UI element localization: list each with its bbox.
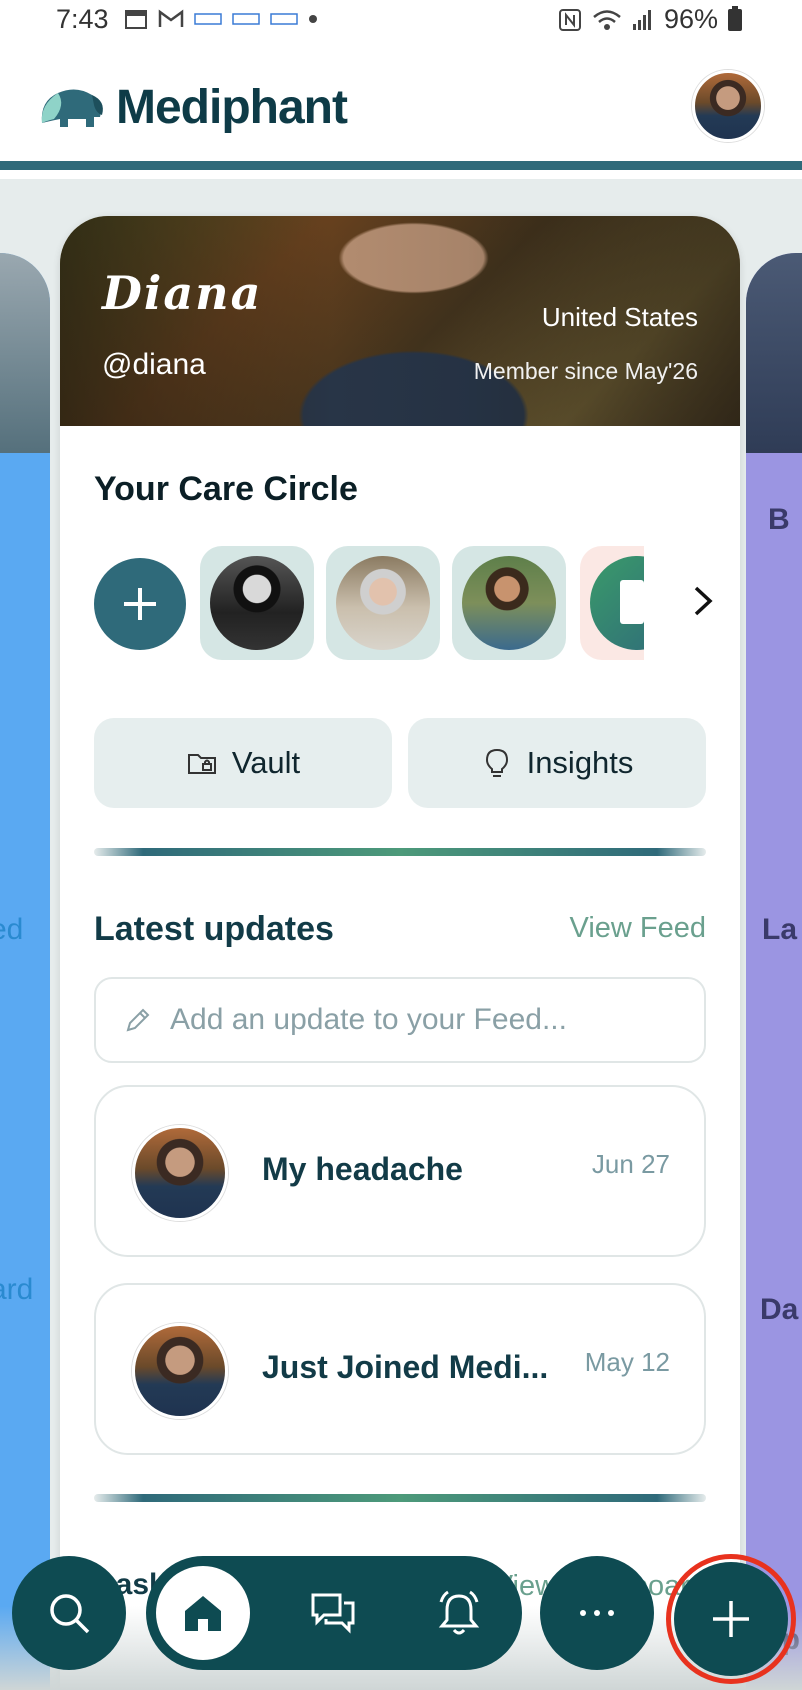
nav-pill [146, 1556, 522, 1670]
app-name: Mediphant [116, 81, 348, 134]
side-card-right[interactable]: B La Da Up [746, 253, 802, 1690]
side-card-label: La [762, 913, 798, 946]
home-icon [185, 1596, 221, 1631]
signal-icon [632, 9, 651, 30]
bell-icon [438, 1590, 480, 1635]
side-card-label: Da [760, 1293, 799, 1326]
status-time: 7:43 [56, 4, 109, 34]
folder-lock-icon [187, 754, 216, 774]
chat-icon [311, 1593, 355, 1634]
elephant-logo-icon [41, 88, 103, 127]
feed-item-date: May 12 [584, 1347, 670, 1377]
messages-button[interactable] [308, 1588, 358, 1638]
calendar-icon [125, 10, 147, 29]
profile-country: United States [541, 302, 698, 332]
member-since: Member since May'26 [473, 358, 698, 384]
care-member-tile[interactable] [326, 546, 440, 660]
care-member-tile-organization[interactable] [580, 546, 644, 660]
search-button[interactable] [12, 1556, 126, 1670]
chevron-right-icon[interactable] [692, 584, 714, 627]
section-divider [94, 848, 706, 856]
side-card-label: B [768, 503, 790, 536]
feed-author-avatar [132, 1323, 228, 1419]
feed-author-avatar [132, 1125, 228, 1221]
status-right: 96% [558, 4, 742, 35]
member-photo [210, 556, 304, 650]
feed-item[interactable]: My headache Jun 27 [94, 1085, 706, 1257]
notification-icons [124, 8, 318, 30]
highlight-ring [666, 1554, 796, 1684]
gmail-icon [158, 9, 184, 27]
side-card-left[interactable]: s 6 ed ard [0, 253, 50, 1690]
care-circle-title: Your Care Circle [94, 470, 358, 508]
care-member-tile[interactable] [200, 546, 314, 660]
pencil-icon [126, 1008, 150, 1032]
app-notification-icon [194, 13, 222, 25]
add-update-placeholder: Add an update to your Feed... [170, 1003, 567, 1036]
add-update-input[interactable]: Add an update to your Feed... [94, 977, 706, 1063]
profile-hero-banner: Diana @diana United States Member since … [60, 216, 740, 426]
side-card-label: ard [0, 1273, 34, 1306]
nfc-icon [558, 8, 581, 31]
lightbulb-icon [485, 748, 508, 777]
side-card-image [746, 253, 802, 453]
insights-button[interactable]: Insights [408, 718, 706, 808]
vault-label: Vault [231, 745, 301, 780]
dot-icon [309, 15, 317, 23]
feed-item[interactable]: Just Joined Medi... May 12 [94, 1283, 706, 1455]
status-bar: 7:43 96% [0, 0, 802, 44]
member-photo [462, 556, 556, 650]
add-care-member-button[interactable] [94, 558, 186, 650]
app-notification-icon [270, 13, 298, 25]
app-logo[interactable]: Mediphant [36, 80, 348, 135]
plus-icon [124, 588, 156, 620]
feed-item-date: Jun 27 [591, 1149, 670, 1179]
home-button[interactable] [156, 1566, 250, 1660]
building-icon [590, 556, 644, 650]
insights-label: Insights [526, 745, 634, 780]
app-notification-icon [232, 13, 260, 25]
feed-item-title: My headache [262, 1151, 463, 1187]
member-photo [336, 556, 430, 650]
profile-card: Diana @diana United States Member since … [60, 216, 740, 1690]
view-feed-link[interactable]: View Feed [570, 912, 707, 945]
side-card-label: ed [0, 913, 24, 946]
profile-avatar[interactable] [692, 70, 764, 142]
notifications-button[interactable] [434, 1588, 484, 1638]
latest-updates-title: Latest updates [94, 910, 334, 948]
search-icon [50, 1594, 90, 1634]
profile-display-name: Diana [102, 266, 263, 320]
battery-icon [728, 5, 742, 31]
bottom-navigation [0, 1554, 802, 1690]
feed-item-title: Just Joined Medi... [262, 1349, 549, 1385]
wifi-icon [593, 9, 621, 30]
profile-handle: @diana [102, 348, 206, 381]
app-header: Mediphant [0, 44, 802, 170]
vault-button[interactable]: Vault [94, 718, 392, 808]
more-icon [580, 1610, 614, 1616]
side-card-image [0, 253, 50, 453]
care-circle-list [94, 546, 714, 662]
more-button[interactable] [540, 1556, 654, 1670]
battery-level: 96% [663, 4, 718, 34]
care-member-tile[interactable] [452, 546, 566, 660]
section-divider [94, 1494, 706, 1502]
